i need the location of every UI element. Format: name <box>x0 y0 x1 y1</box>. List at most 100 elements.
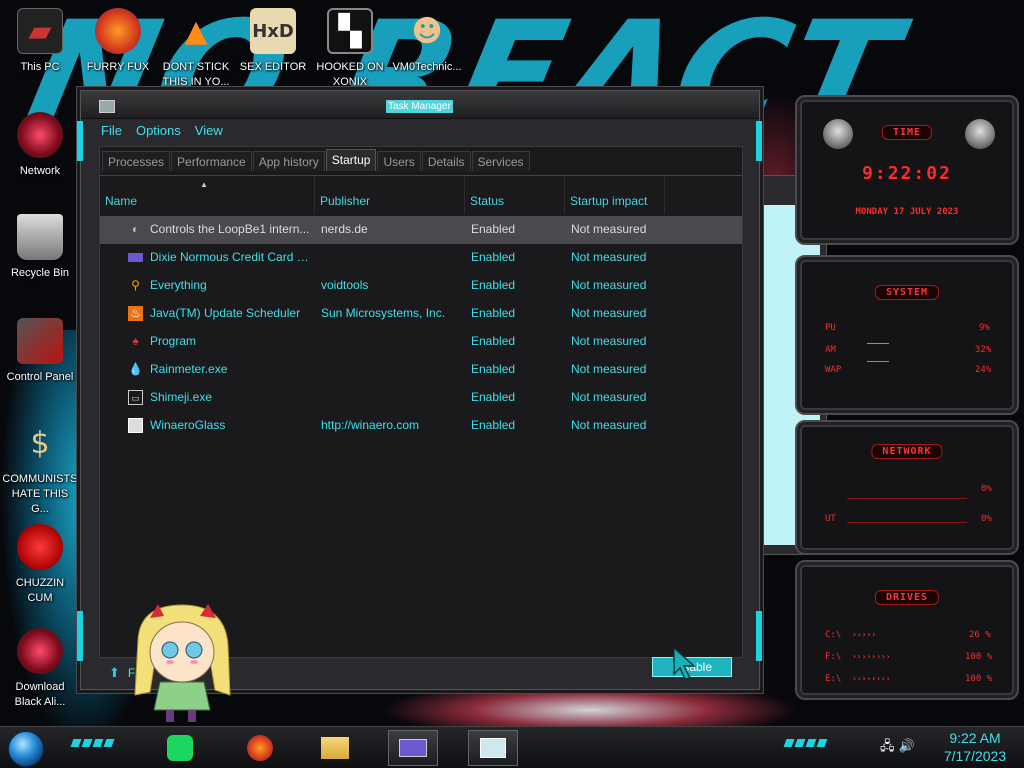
chuzzle-icon <box>17 524 63 570</box>
network-tray-icon[interactable]: 🖧 <box>880 739 895 754</box>
row-name: Rainmeter.exe <box>150 362 228 376</box>
clock-time: 9:22 AM <box>949 730 1001 746</box>
widget-title: NETWORK <box>871 444 943 459</box>
desktop-icon-communists[interactable]: $ COMMUNISTS HATE THIS G... <box>2 420 78 517</box>
column-header-label: Status <box>470 194 505 208</box>
column-header-name[interactable]: ▲ Name <box>100 176 315 214</box>
window-icon <box>128 418 143 433</box>
volume-icon[interactable]: 🔊 <box>899 739 915 754</box>
desktop-icon-label: Download Black Ali... <box>14 681 66 708</box>
row-impact: Not measured <box>571 306 647 320</box>
drive-value: 100 % <box>965 652 993 662</box>
desktop-icon-chuzzin[interactable]: CHUZZIN CUM <box>2 524 78 606</box>
taskbar-app-firefox[interactable] <box>235 730 285 766</box>
tab-processes[interactable]: Processes <box>102 151 171 171</box>
alienware-icon <box>17 628 63 674</box>
startup-table: ▲ Name Publisher Status Startup impact ◐… <box>100 175 742 657</box>
system-tray[interactable]: 🖧 🔊 <box>880 737 915 759</box>
vlc-cone-icon: ▲ <box>184 13 208 49</box>
row-impact: Not measured <box>571 390 647 404</box>
network-row-value: 0% <box>981 514 992 524</box>
row-status: Enabled <box>471 250 516 264</box>
shimeji-icon: ▭ <box>128 390 143 405</box>
desktop-icon-label: Network <box>19 165 61 177</box>
column-header-status[interactable]: Status <box>465 176 565 214</box>
drive-label: F:\ <box>825 652 842 662</box>
row-impact: Not measured <box>571 250 647 264</box>
row-status: Enabled <box>471 362 516 376</box>
desktop-icon-label: DONT STICK THIS IN YO... <box>162 61 230 88</box>
taskbar-app-explorer[interactable] <box>310 730 360 766</box>
menu-bar: File Options View <box>101 123 223 145</box>
drive-label: C:\ <box>825 630 842 640</box>
widget-title: TIME <box>881 125 933 140</box>
desktop-icon-label: HOOKED ON XONIX <box>316 61 384 88</box>
taskbar-app-task-manager[interactable] <box>468 730 518 766</box>
row-name: Controls the LoopBe1 intern... <box>150 222 310 236</box>
desktop-icon-network[interactable]: Network <box>2 112 78 179</box>
control-panel-icon <box>17 318 63 364</box>
menu-view[interactable]: View <box>195 123 223 145</box>
drive-bar-icon: ›››››››› <box>852 652 891 661</box>
column-header-label: Name <box>105 194 138 208</box>
column-header-label: Startup impact <box>570 194 648 208</box>
tab-users[interactable]: Users <box>377 151 421 171</box>
shimeji-character[interactable] <box>130 600 235 725</box>
desktop-icon-vm0technic[interactable]: ☻ VM0Technic... <box>389 8 465 75</box>
row-status: Enabled <box>471 390 516 404</box>
tab-services[interactable]: Services <box>471 151 530 171</box>
tab-performance[interactable]: Performance <box>171 151 252 171</box>
mouse-cursor-icon <box>673 646 696 680</box>
table-row[interactable]: 💧 Rainmeter.exe Enabled Not measured <box>100 356 742 384</box>
menu-options[interactable]: Options <box>136 123 181 145</box>
desktop-icon-control-panel[interactable]: Control Panel <box>2 318 78 385</box>
desktop-icon-dont-stick[interactable]: ▲ DONT STICK THIS IN YO... <box>158 8 234 90</box>
window-title: Task Manager <box>386 100 453 113</box>
row-status: Enabled <box>471 334 516 348</box>
desktop-icon-download-black[interactable]: Download Black Ali... <box>2 628 78 710</box>
start-button[interactable] <box>8 731 44 767</box>
table-header: ▲ Name Publisher Status Startup impact <box>100 176 742 214</box>
desktop-icon-furry-fux[interactable]: FURRY FUX <box>80 8 156 75</box>
column-header-startup-impact[interactable]: Startup impact <box>565 176 665 214</box>
column-header-publisher[interactable]: Publisher <box>315 176 465 214</box>
table-row[interactable]: ♨ Java(TM) Update Scheduler Sun Microsys… <box>100 300 742 328</box>
folder-icon <box>321 737 349 759</box>
table-row[interactable]: ▭ Shimeji.exe Enabled Not measured <box>100 384 742 412</box>
network-widget: NETWORK 0% UT 0% <box>795 420 1019 555</box>
table-row[interactable]: ♠ Program Enabled Not measured <box>100 328 742 356</box>
java-icon: ♨ <box>128 306 143 321</box>
desktop-icon-hooked-on-xonix[interactable]: ▚ HOOKED ON XONIX <box>312 8 388 90</box>
table-row[interactable]: ◐ Controls the LoopBe1 intern... nerds.d… <box>100 216 742 244</box>
frame-accent <box>77 121 83 161</box>
taskbar-app-card[interactable] <box>388 730 438 766</box>
menu-file[interactable]: File <box>101 123 122 145</box>
network-graph <box>847 498 967 499</box>
desktop-icon-sex-editor[interactable]: HxD SEX EDITOR <box>235 8 311 75</box>
drive-value: 26 % <box>969 630 991 640</box>
widget-title: DRIVES <box>874 590 940 605</box>
taskbar-clock[interactable]: 9:22 AM 7/17/2023 <box>930 729 1020 765</box>
row-name: Dixie Normous Credit Card S... <box>150 250 310 264</box>
hxd-icon: HxD <box>250 8 296 54</box>
row-name: Program <box>150 334 197 348</box>
computer-icon: ▰ <box>17 8 63 54</box>
taskbar-app-spotify[interactable] <box>155 730 205 766</box>
row-name: Java(TM) Update Scheduler <box>150 306 301 320</box>
tab-app-history[interactable]: App history <box>252 151 325 171</box>
table-row[interactable]: ⚲ Everything voidtools Enabled Not measu… <box>100 272 742 300</box>
tab-startup[interactable]: Startup <box>325 149 377 171</box>
chevron-up-icon: ⬆ <box>109 665 120 680</box>
drive-bar-icon: ››››› <box>852 630 877 639</box>
title-bar[interactable]: Task Manager <box>81 91 759 119</box>
row-impact: Not measured <box>571 222 647 236</box>
desktop-icon-recycle-bin[interactable]: Recycle Bin <box>2 214 78 281</box>
table-row[interactable]: WinaeroGlass http://winaero.com Enabled … <box>100 412 742 440</box>
table-row[interactable]: Dixie Normous Credit Card S... Enabled N… <box>100 244 742 272</box>
tab-details[interactable]: Details <box>421 151 471 171</box>
swap-meter <box>867 361 889 362</box>
clock-date: 7/17/2023 <box>943 748 1007 764</box>
program-icon: ♠ <box>132 334 139 348</box>
row-publisher: Sun Microsystems, Inc. <box>321 306 446 320</box>
desktop-icon-this-pc[interactable]: ▰ This PC <box>2 8 78 75</box>
